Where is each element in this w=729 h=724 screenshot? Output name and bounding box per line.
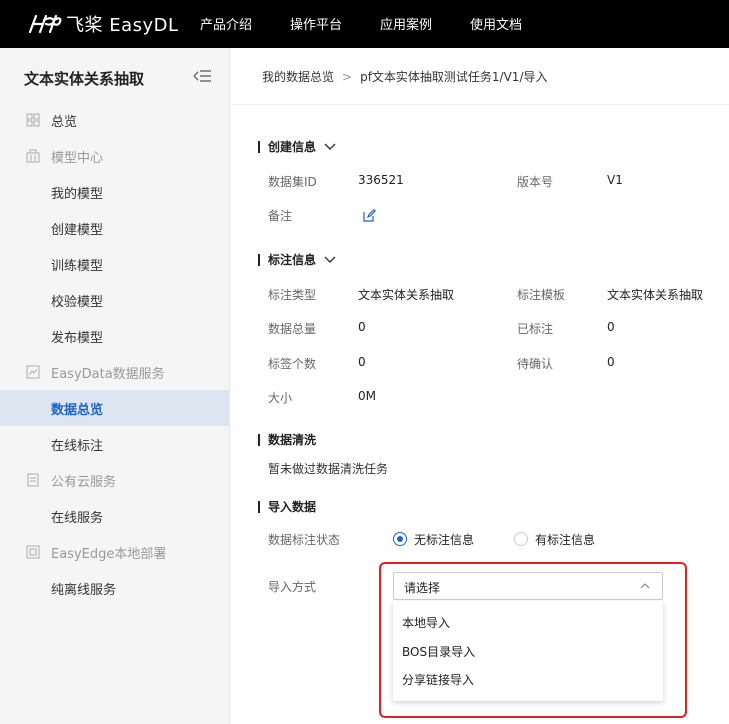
import-method-select[interactable]: 请选择 bbox=[393, 572, 663, 600]
collapse-menu-icon[interactable] bbox=[192, 68, 212, 84]
section-import-title: 导入数据 bbox=[258, 498, 316, 515]
sidebar-item-label: 发布模型 bbox=[51, 330, 104, 346]
section-marker bbox=[258, 140, 260, 153]
breadcrumb-separator: > bbox=[342, 70, 353, 84]
annotation-template-label: 标注模板 bbox=[517, 288, 566, 302]
annotation-type-value: 文本实体关系抽取 bbox=[358, 288, 455, 302]
sidebar-item-label: 训练模型 bbox=[51, 258, 104, 274]
sidebar-group-public-cloud[interactable]: 公有云服务 bbox=[0, 462, 230, 498]
radio-no-annotation-label[interactable]: 无标注信息 bbox=[414, 531, 474, 548]
section-create-info-title[interactable]: 创建信息 bbox=[258, 138, 336, 155]
data-total-label: 数据总量 bbox=[268, 322, 317, 336]
option-bos-import[interactable]: BOS目录导入 bbox=[402, 643, 475, 660]
cloud-icon bbox=[27, 473, 39, 487]
paddle-logo-icon bbox=[28, 14, 62, 34]
dataset-id-value: 336521 bbox=[358, 173, 404, 187]
size-label: 大小 bbox=[268, 391, 293, 405]
sidebar-item-label: EasyEdge本地部署 bbox=[51, 546, 167, 562]
section-marker bbox=[258, 253, 260, 266]
breadcrumb-root-link[interactable]: 我的数据总览 bbox=[262, 70, 334, 84]
annotation-type-label: 标注类型 bbox=[268, 288, 317, 302]
top-navbar: 飞桨 EasyDL 产品介绍 操作平台 应用案例 使用文档 bbox=[0, 0, 729, 48]
version-value: V1 bbox=[607, 173, 623, 187]
section-cleaning-title: 数据清洗 bbox=[258, 431, 316, 448]
pending-value: 0 bbox=[607, 355, 615, 369]
sidebar: 文本实体关系抽取 总览 模型中心 我的模型 创建模型 训练模型 校验模型 发布模… bbox=[0, 48, 230, 724]
size-value: 0M bbox=[358, 389, 376, 403]
chart-icon bbox=[26, 365, 40, 379]
nav-product-intro[interactable]: 产品介绍 bbox=[200, 14, 252, 33]
remark-label: 备注 bbox=[268, 209, 293, 223]
grid-icon bbox=[26, 113, 40, 127]
sidebar-item-label: 总览 bbox=[51, 114, 78, 130]
nav-docs[interactable]: 使用文档 bbox=[470, 14, 522, 33]
sidebar-item-online-annotation[interactable]: 在线标注 bbox=[0, 426, 230, 462]
section-marker bbox=[258, 433, 260, 446]
sidebar-item-create-model[interactable]: 创建模型 bbox=[0, 210, 230, 246]
sidebar-item-train-model[interactable]: 训练模型 bbox=[0, 246, 230, 282]
sidebar-item-my-models[interactable]: 我的模型 bbox=[0, 174, 230, 210]
sidebar-title: 文本实体关系抽取 bbox=[24, 70, 145, 88]
annotation-template-value: 文本实体关系抽取 bbox=[607, 288, 704, 302]
option-local-import[interactable]: 本地导入 bbox=[402, 614, 450, 631]
cleaning-empty-text: 暂未做过数据清洗任务 bbox=[268, 462, 389, 476]
option-share-link-import[interactable]: 分享链接导入 bbox=[402, 671, 474, 688]
annotated-value: 0 bbox=[607, 320, 615, 334]
radio-no-annotation[interactable] bbox=[393, 532, 407, 546]
sidebar-item-label: 在线服务 bbox=[51, 510, 104, 526]
section-marker bbox=[258, 500, 260, 513]
data-total-value: 0 bbox=[358, 320, 366, 334]
section-annotation-info-title[interactable]: 标注信息 bbox=[258, 251, 336, 268]
sidebar-item-validate-model[interactable]: 校验模型 bbox=[0, 282, 230, 318]
sidebar-item-label: 模型中心 bbox=[51, 150, 104, 166]
breadcrumb-current: pf文本实体抽取测试任务1/V1/导入 bbox=[360, 70, 548, 84]
sidebar-item-overview[interactable]: 总览 bbox=[0, 102, 230, 138]
sidebar-item-offline-service[interactable]: 纯离线服务 bbox=[0, 570, 230, 606]
chevron-up-icon bbox=[640, 583, 650, 589]
chevron-down-icon[interactable] bbox=[324, 143, 336, 151]
section-title-text: 标注信息 bbox=[268, 253, 317, 267]
dataset-id-label: 数据集ID bbox=[268, 175, 317, 189]
nav-cases[interactable]: 应用案例 bbox=[380, 14, 432, 33]
radio-has-annotation-label[interactable]: 有标注信息 bbox=[535, 531, 595, 548]
sidebar-group-easydata[interactable]: EasyData数据服务 bbox=[0, 354, 230, 390]
edge-icon bbox=[26, 545, 40, 559]
breadcrumb: 我的数据总览 > pf文本实体抽取测试任务1/V1/导入 bbox=[262, 68, 548, 85]
sidebar-item-label: 公有云服务 bbox=[51, 474, 117, 490]
radio-has-annotation[interactable] bbox=[514, 532, 528, 546]
sidebar-group-model-center[interactable]: 模型中心 bbox=[0, 138, 230, 174]
sidebar-group-easyedge[interactable]: EasyEdge本地部署 bbox=[0, 534, 230, 570]
annotated-label: 已标注 bbox=[517, 322, 554, 336]
annotation-status-label: 数据标注状态 bbox=[268, 533, 341, 547]
tag-count-value: 0 bbox=[358, 355, 366, 369]
version-label: 版本号 bbox=[517, 175, 554, 189]
tag-count-label: 标签个数 bbox=[268, 357, 317, 371]
header-divider bbox=[231, 104, 729, 105]
sidebar-item-online-service[interactable]: 在线服务 bbox=[0, 498, 230, 534]
sidebar-item-data-overview[interactable]: 数据总览 bbox=[0, 390, 230, 426]
pending-label: 待确认 bbox=[517, 357, 554, 371]
sidebar-item-label: 在线标注 bbox=[51, 438, 104, 454]
edit-icon[interactable] bbox=[363, 209, 376, 222]
nav-platform[interactable]: 操作平台 bbox=[290, 14, 342, 33]
section-title-text: 数据清洗 bbox=[268, 433, 317, 447]
import-method-label: 导入方式 bbox=[268, 580, 317, 594]
brand-logo[interactable]: 飞桨 EasyDL bbox=[28, 10, 179, 38]
sidebar-item-publish-model[interactable]: 发布模型 bbox=[0, 318, 230, 354]
sidebar-item-label: EasyData数据服务 bbox=[51, 366, 165, 382]
sidebar-item-label: 纯离线服务 bbox=[51, 582, 117, 598]
brand-name: 飞桨 EasyDL bbox=[66, 15, 179, 36]
sidebar-item-label: 数据总览 bbox=[51, 402, 104, 418]
import-method-dropdown: 本地导入 BOS目录导入 分享链接导入 bbox=[393, 601, 663, 701]
sidebar-item-label: 创建模型 bbox=[51, 222, 104, 238]
chevron-down-icon[interactable] bbox=[324, 256, 336, 264]
model-icon bbox=[26, 149, 40, 163]
sidebar-item-label: 校验模型 bbox=[51, 294, 104, 310]
section-title-text: 创建信息 bbox=[268, 140, 317, 154]
sidebar-item-label: 我的模型 bbox=[51, 186, 104, 202]
select-placeholder: 请选择 bbox=[404, 581, 441, 595]
section-title-text: 导入数据 bbox=[268, 500, 317, 514]
